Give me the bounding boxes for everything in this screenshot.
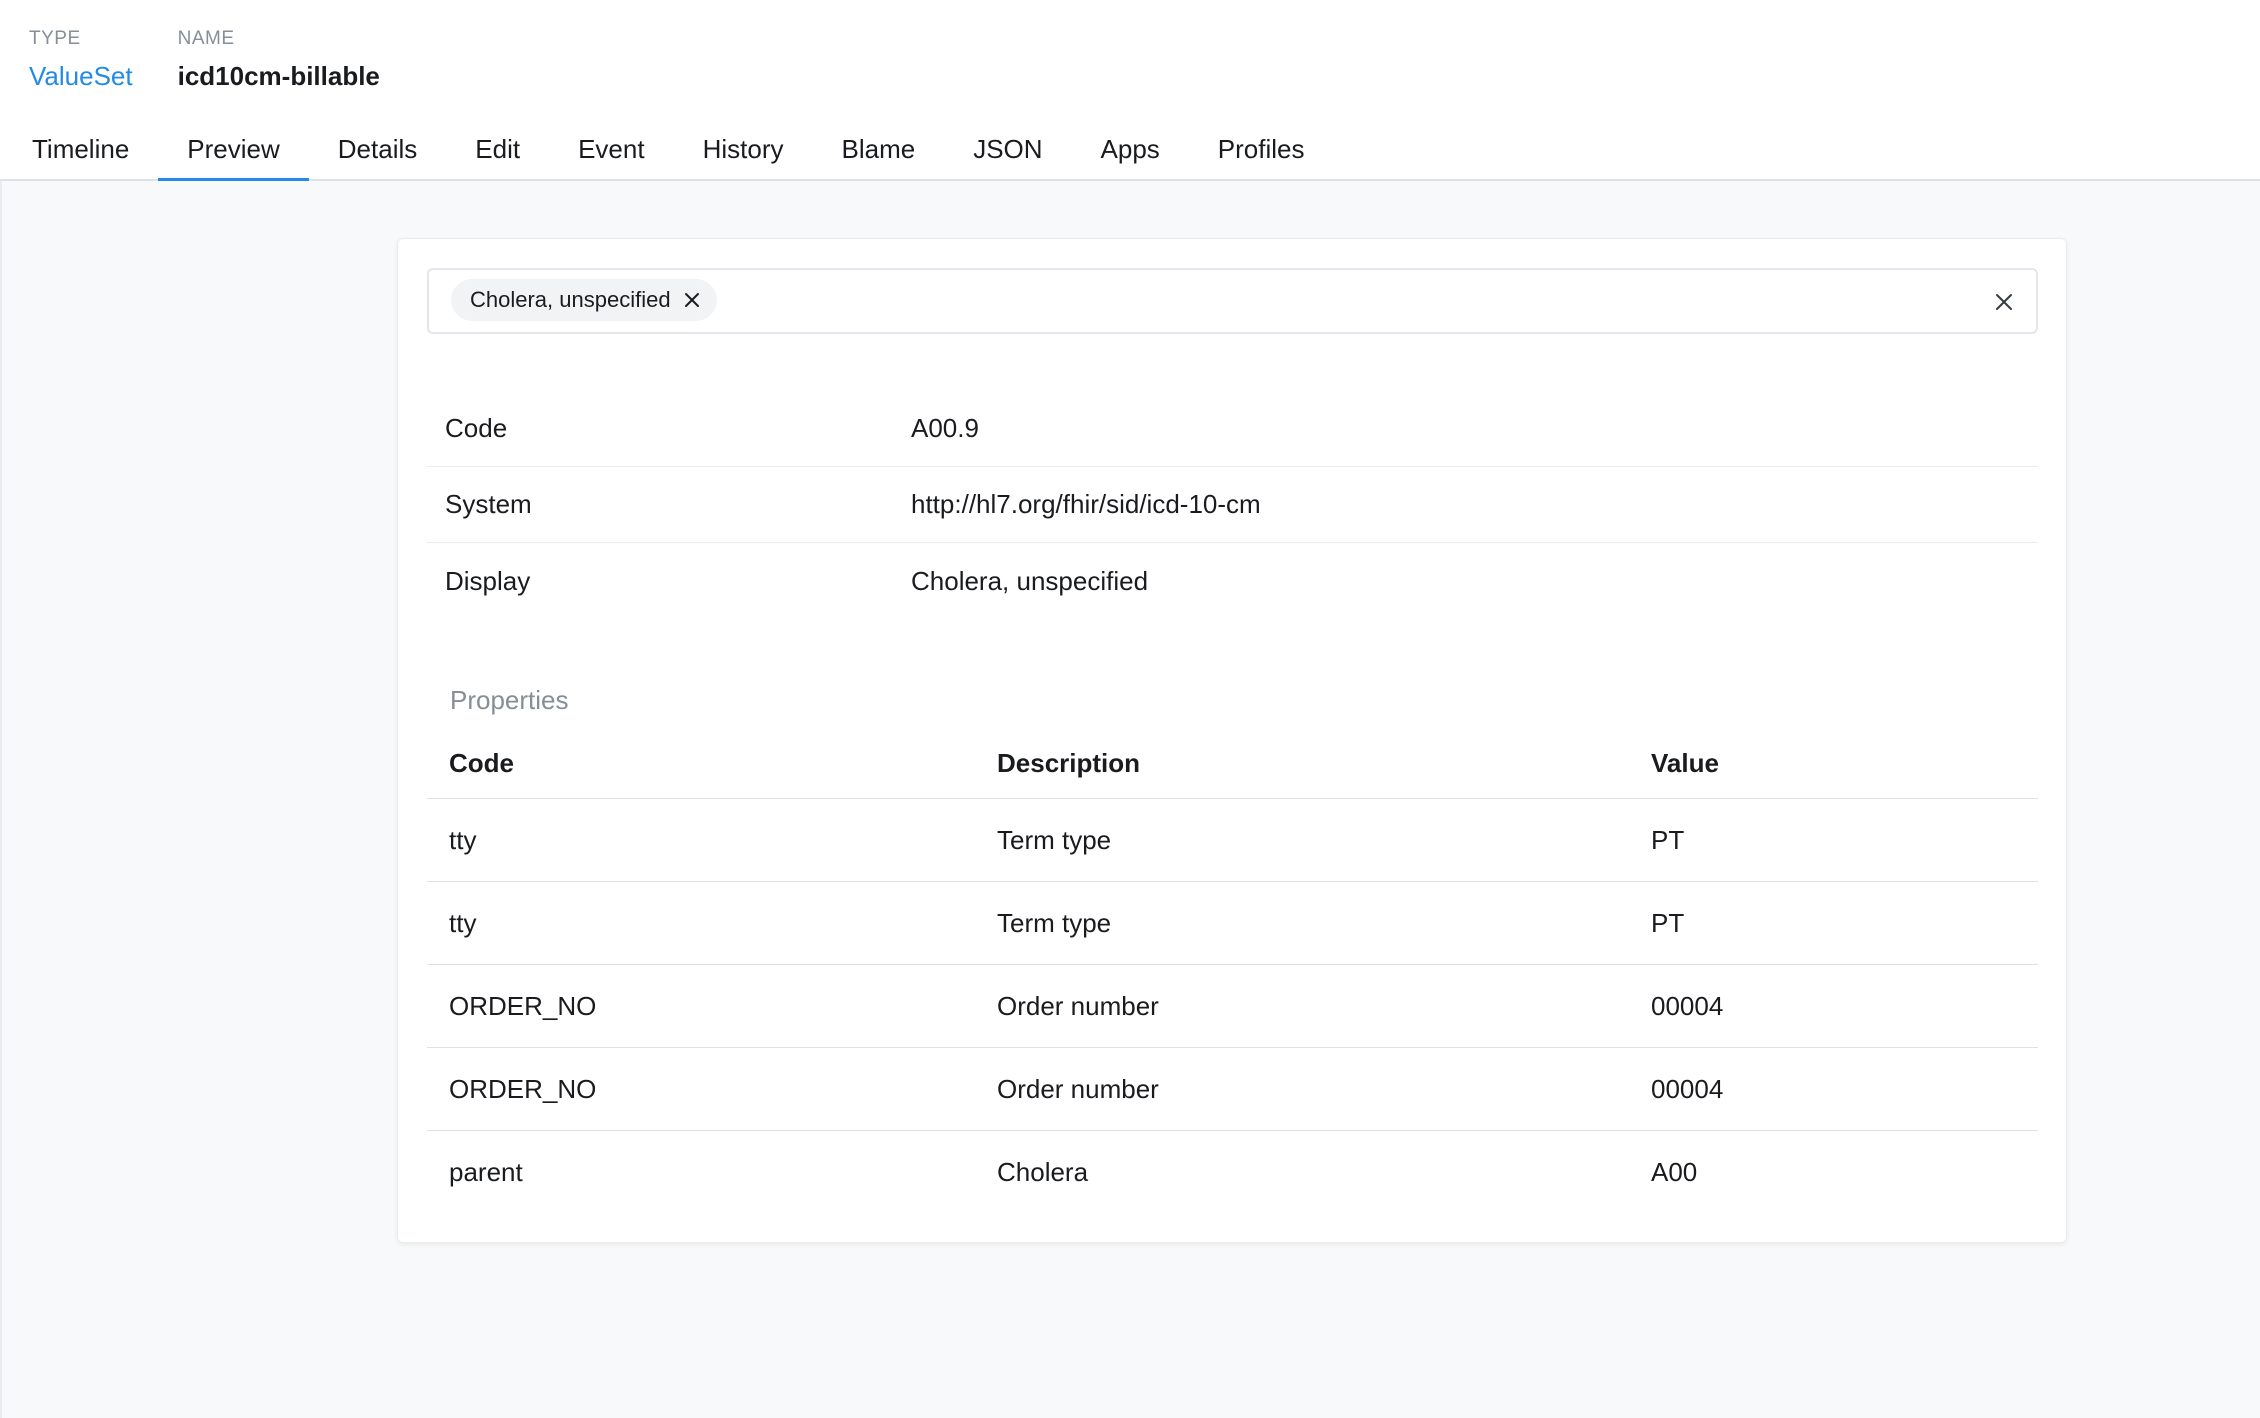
column-header-value: Value (1651, 748, 1719, 778)
tab-timeline[interactable]: Timeline (3, 121, 158, 181)
cell-value: PT (1651, 907, 1685, 938)
remove-pill-icon[interactable] (681, 289, 703, 311)
concept-key: Display (445, 565, 531, 596)
cell-code: tty (449, 824, 477, 855)
properties-caption: Properties (450, 685, 569, 715)
cell-description: Order number (997, 1073, 1159, 1104)
resource-name: icd10cm-billable (177, 61, 380, 91)
tab-profiles[interactable]: Profiles (1189, 121, 1334, 181)
concept-row-system: System http://hl7.org/fhir/sid/icd-10-cm (427, 467, 2038, 543)
concept-value: Cholera, unspecified (911, 565, 1149, 596)
preview-card: Cholera, unspecified Code A00.9 System h… (397, 238, 2067, 1243)
concept-details: Code A00.9 System http://hl7.org/fhir/si… (427, 391, 2038, 619)
resource-header: TYPE ValueSet NAME icd10cm-billable Time… (0, 0, 2260, 181)
type-column: TYPE ValueSet (29, 26, 133, 92)
name-label: NAME (177, 28, 235, 49)
concept-value: http://hl7.org/fhir/sid/icd-10-cm (911, 489, 1261, 519)
cell-value: 00004 (1651, 1073, 1724, 1104)
tab-history[interactable]: History (674, 121, 813, 181)
column-header-description: Description (997, 748, 1141, 778)
tab-edit[interactable]: Edit (446, 121, 549, 181)
properties-header-row: Code Description Value (427, 729, 2038, 799)
selected-code-pill-label: Cholera, unspecified (470, 287, 671, 312)
tab-json[interactable]: JSON (944, 121, 1071, 181)
column-header-code: Code (449, 748, 514, 778)
table-row: tty Term type PT (427, 799, 2038, 882)
cell-description: Cholera (997, 1157, 1089, 1187)
tab-event[interactable]: Event (549, 121, 674, 181)
table-row: parent Cholera A00 (427, 1131, 2038, 1214)
code-search-input[interactable]: Cholera, unspecified (427, 268, 2038, 334)
cell-description: Term type (997, 907, 1112, 938)
cell-value: 00004 (1651, 990, 1724, 1021)
cell-description: Order number (997, 990, 1159, 1021)
tab-bar: Timeline Preview Details Edit Event Hist… (3, 121, 1334, 181)
cell-description: Term type (997, 824, 1112, 855)
cell-value: PT (1651, 824, 1685, 855)
tab-preview[interactable]: Preview (158, 121, 309, 181)
cell-code: parent (449, 1157, 523, 1187)
cell-code: ORDER_NO (449, 990, 597, 1021)
resource-meta: TYPE ValueSet NAME icd10cm-billable (29, 26, 380, 92)
tab-apps[interactable]: Apps (1072, 121, 1189, 181)
tab-details[interactable]: Details (309, 121, 446, 181)
cell-value: A00 (1651, 1157, 1698, 1187)
concept-value: A00.9 (911, 413, 979, 443)
concept-row-display: Display Cholera, unspecified (427, 543, 2038, 619)
selected-code-pill: Cholera, unspecified (451, 279, 717, 321)
concept-row-code: Code A00.9 (427, 391, 2038, 467)
concept-key: Code (445, 413, 508, 443)
cell-code: tty (449, 907, 477, 938)
concept-key: System (445, 489, 532, 519)
clear-search-icon[interactable] (1990, 288, 2018, 316)
cell-code: ORDER_NO (449, 1073, 597, 1104)
table-row: tty Term type PT (427, 882, 2038, 965)
name-column: NAME icd10cm-billable (178, 26, 380, 92)
properties-table: Code Description Value tty Term type PT … (427, 729, 2038, 1214)
type-label: TYPE (29, 28, 81, 49)
tab-blame[interactable]: Blame (812, 121, 944, 181)
left-divider (0, 181, 2, 1418)
table-row: ORDER_NO Order number 00004 (427, 1048, 2038, 1131)
type-link[interactable]: ValueSet (29, 60, 133, 92)
table-row: ORDER_NO Order number 00004 (427, 965, 2038, 1048)
